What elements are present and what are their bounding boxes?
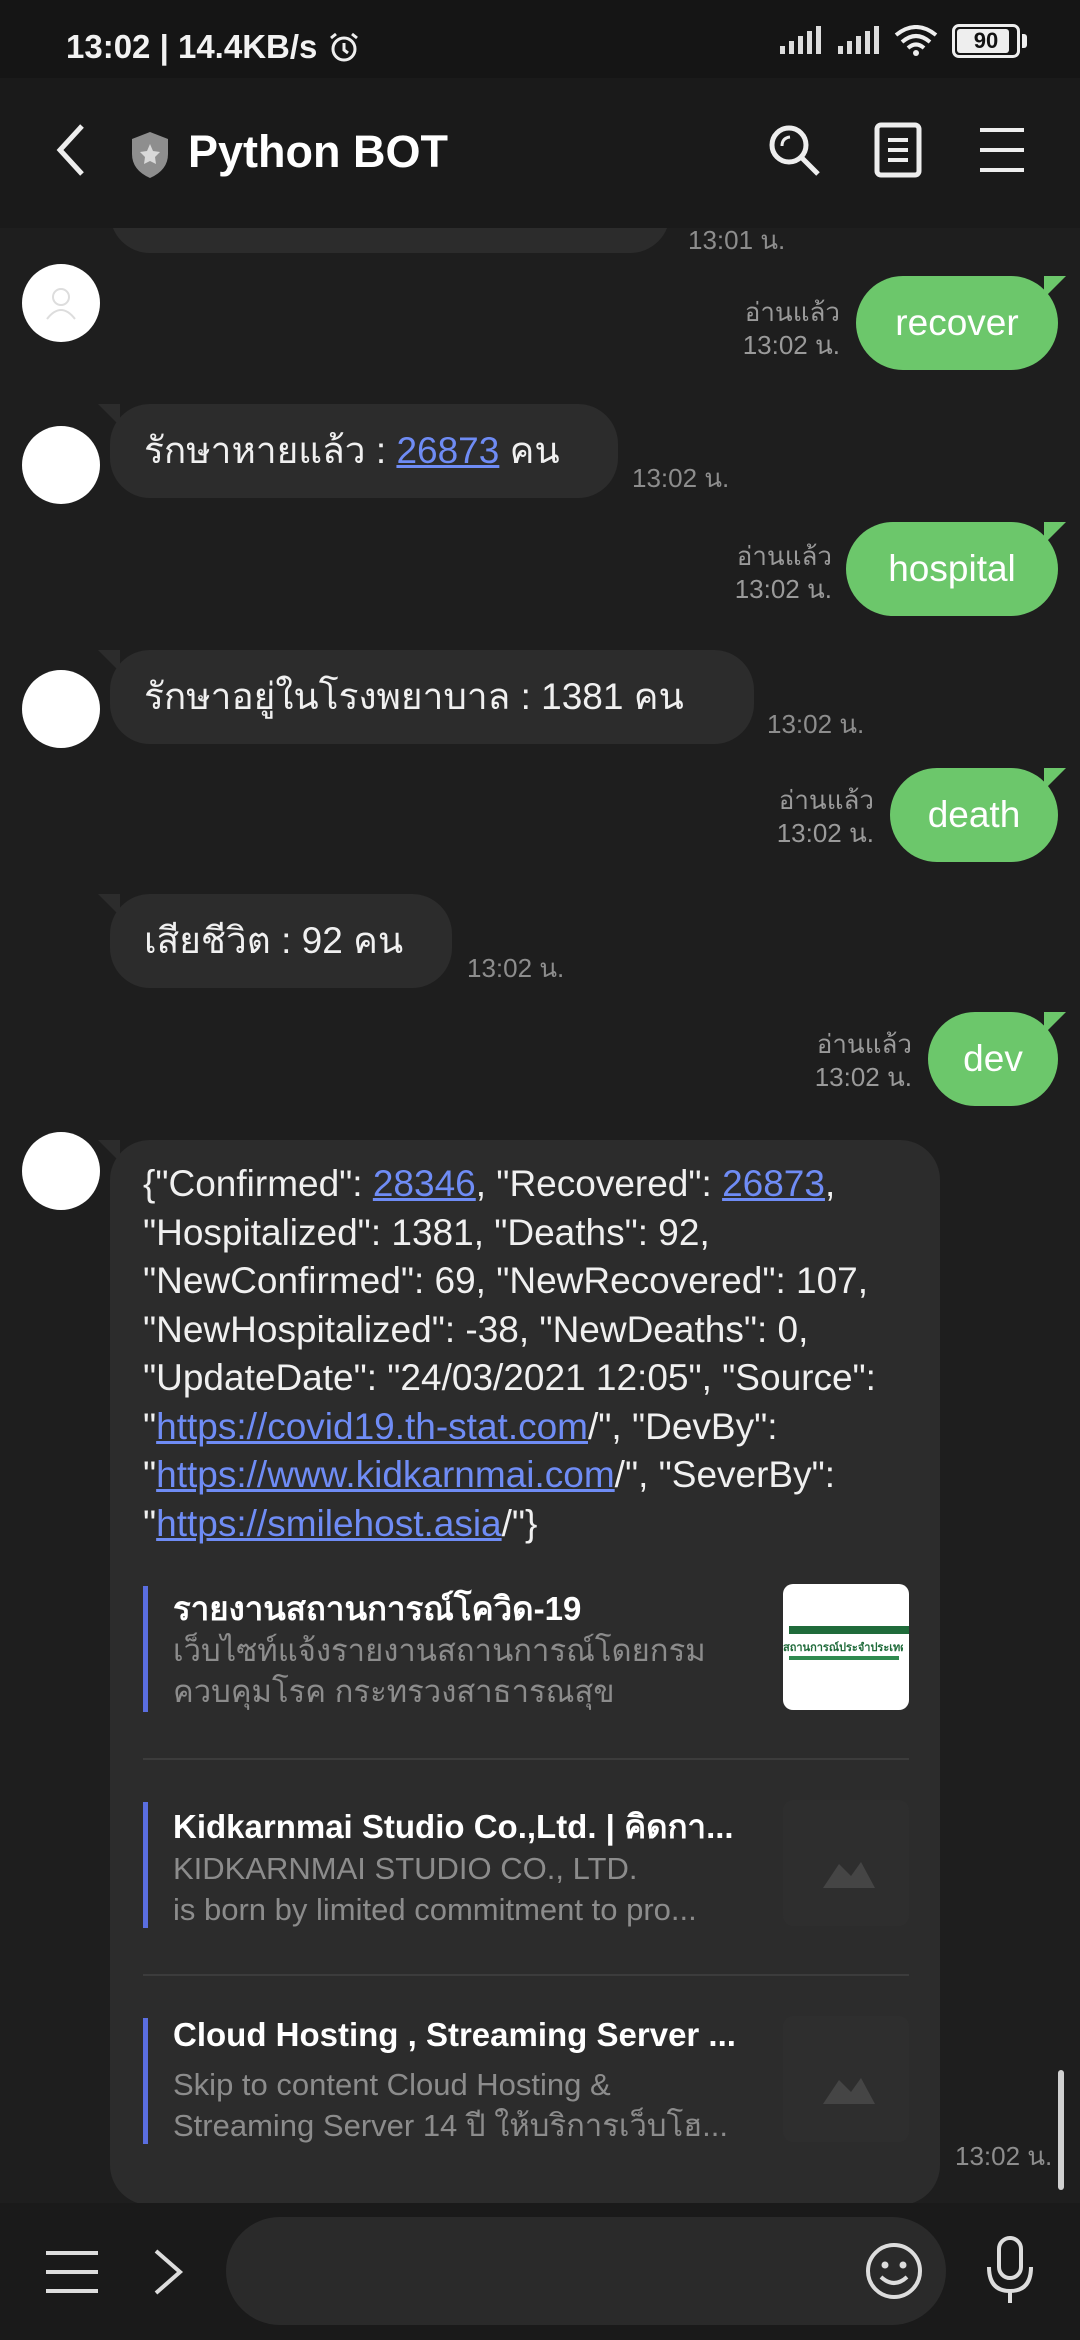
search-icon[interactable]: [766, 122, 822, 178]
signal-icon: [780, 26, 821, 54]
json-fragment: , "Hospitalized": 1381, "Deaths": 92, "N…: [143, 1163, 876, 1447]
read-label: อ่านแล้ว: [744, 297, 840, 327]
source-link[interactable]: https://covid19.th-stat.com: [156, 1406, 588, 1447]
status-bar: 13:02 | 14.4KB/s 90: [0, 0, 1080, 78]
link-preview[interactable]: รายงานสถานการณ์โควิด-19 เว็บไซท์แจ้งรายง…: [143, 1584, 909, 1714]
preview-desc-line: Skip to content Cloud Hosting &: [173, 2067, 611, 2102]
read-label: อ่านแล้ว: [778, 785, 874, 815]
preview-title: Cloud Hosting , Streaming Server ...: [173, 2016, 736, 2053]
image-placeholder-icon: [823, 1862, 875, 1888]
message-text: death: [927, 794, 1021, 835]
preview-desc-line: เว็บไซท์แจ้งรายงานสถานการณ์โดยกรม: [173, 1633, 706, 1668]
chevron-right-icon[interactable]: [150, 2247, 186, 2297]
preview-thumbnail: [783, 2016, 909, 2142]
preview-thumbnail: [783, 1800, 909, 1926]
status-time-speed: 13:02 | 14.4KB/s: [66, 28, 361, 66]
chat-area[interactable]: 13:01 น. อ่านแล้ว 13:02 น. recover รักษา…: [0, 228, 1080, 2203]
chat-title: Python BOT: [188, 126, 448, 177]
preview-desc-line: Streaming Server 14 ปี ให้บริการเว็บโฮ..…: [173, 2108, 729, 2143]
previous-message-bubble: [110, 228, 670, 253]
preview-description: Skip to content Cloud Hosting & Streamin…: [173, 2064, 763, 2146]
message-time: 13:02 น.: [955, 2141, 1053, 2171]
battery-icon: 90: [952, 24, 1027, 58]
json-fragment: , "Recovered":: [475, 1163, 723, 1204]
battery-level: 90: [973, 28, 999, 53]
preview-thumbnail: สถานการณ์ประจำประเทศ: [783, 1584, 909, 1710]
scrollbar[interactable]: [1058, 2070, 1064, 2190]
incoming-message[interactable]: เสียชีวิต : 92 คน: [98, 894, 452, 988]
avatar[interactable]: [22, 426, 100, 504]
preview-description: KIDKARNMAI STUDIO CO., LTD. is born by l…: [173, 1848, 763, 1930]
microphone-icon[interactable]: [984, 2235, 1036, 2307]
read-receipt: อ่านแล้ว 13:02 น.: [743, 296, 840, 362]
wifi-icon: [894, 25, 938, 56]
thumbnail-text: สถานการณ์ประจำประเทศ: [783, 1642, 903, 1654]
message-input[interactable]: [226, 2217, 946, 2325]
avatar[interactable]: [22, 670, 100, 748]
preview-title: Kidkarnmai Studio Co.,Ltd. | คิดกา...: [173, 1808, 734, 1845]
json-fragment: {"Confirmed":: [143, 1163, 373, 1204]
message-time: 13:02 น.: [742, 330, 840, 360]
image-placeholder-icon: [823, 2078, 875, 2104]
message-text-suffix: คน: [499, 430, 560, 471]
json-message[interactable]: {"Confirmed": 28346, "Recovered": 26873,…: [98, 1140, 940, 2203]
read-label: อ่านแล้ว: [816, 1029, 912, 1059]
chat-header: Python BOT: [0, 78, 1080, 228]
outgoing-message[interactable]: dev: [928, 1012, 1066, 1106]
link-preview[interactable]: Kidkarnmai Studio Co.,Ltd. | คิดกา... KI…: [143, 1800, 909, 1930]
divider: [143, 1758, 909, 1760]
divider: [143, 1974, 909, 1976]
outgoing-message[interactable]: hospital: [846, 522, 1066, 616]
number-link[interactable]: 26873: [396, 430, 499, 471]
incoming-message[interactable]: รักษาอยู่ในโรงพยาบาล : 1381 คน: [98, 650, 754, 744]
message-text: รักษาอยู่ในโรงพยาบาล : 1381 คน: [144, 676, 684, 717]
user-avatar-icon: [46, 288, 76, 320]
message-time: 13:02 น.: [632, 463, 730, 493]
message-text: dev: [963, 1038, 1023, 1079]
message-text: hospital: [888, 548, 1016, 589]
outgoing-message[interactable]: recover: [856, 276, 1066, 370]
notes-icon[interactable]: [874, 122, 922, 178]
avatar[interactable]: [22, 1132, 100, 1210]
read-receipt: อ่านแล้ว 13:02 น.: [777, 784, 874, 850]
message-time: 13:02 น.: [734, 574, 832, 604]
shield-icon: [132, 132, 168, 178]
severby-link[interactable]: https://smilehost.asia: [156, 1503, 501, 1544]
preview-desc-line: KIDKARNMAI STUDIO CO., LTD.: [173, 1851, 638, 1886]
devby-link[interactable]: https://www.kidkarnmai.com: [156, 1454, 615, 1495]
menu-lines-icon[interactable]: [44, 2247, 100, 2297]
incoming-message[interactable]: รักษาหายแล้ว : 26873 คน: [98, 404, 618, 498]
preview-title: รายงานสถานการณ์โควิด-19: [173, 1590, 582, 1627]
back-arrow-icon[interactable]: [50, 120, 90, 180]
outgoing-message[interactable]: death: [890, 768, 1066, 862]
avatar[interactable]: [22, 264, 100, 342]
message-time: 13:02 น.: [767, 709, 865, 739]
menu-icon[interactable]: [978, 122, 1026, 178]
read-receipt: อ่านแล้ว 13:02 น.: [815, 1028, 912, 1094]
message-time: 13:02 น.: [467, 953, 565, 983]
message-text: รักษาหายแล้ว :: [144, 430, 397, 471]
preview-description: เว็บไซท์แจ้งรายงานสถานการณ์โดยกรม ควบคุม…: [173, 1630, 763, 1712]
link-preview[interactable]: Cloud Hosting , Streaming Server ... Ski…: [143, 2016, 909, 2146]
preview-desc-line: ควบคุมโรค กระทรวงสาธารณสุข: [173, 1674, 615, 1709]
json-fragment: /"}: [501, 1502, 538, 1544]
message-time: 13:02 น.: [814, 1062, 912, 1092]
read-label: อ่านแล้ว: [736, 541, 832, 571]
emoji-icon[interactable]: [864, 2241, 924, 2301]
message-time: 13:02 น.: [776, 818, 874, 848]
status-time: 13:02 | 14.4KB/s: [66, 28, 318, 65]
message-text: recover: [895, 302, 1019, 343]
recovered-link[interactable]: 26873: [722, 1163, 825, 1204]
signal-icon-2: [838, 26, 879, 54]
confirmed-link[interactable]: 28346: [373, 1163, 476, 1204]
alarm-icon: [330, 32, 359, 62]
input-bar: [0, 2203, 1080, 2340]
message-time: 13:01 น.: [688, 228, 786, 255]
read-receipt: อ่านแล้ว 13:02 น.: [735, 540, 832, 606]
preview-desc-line: is born by limited commitment to pro...: [173, 1892, 697, 1927]
json-text: {"Confirmed": 28346, "Recovered": 26873,…: [143, 1160, 923, 1548]
message-text: เสียชีวิต : 92 คน: [144, 920, 404, 961]
